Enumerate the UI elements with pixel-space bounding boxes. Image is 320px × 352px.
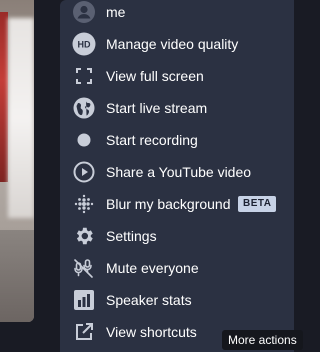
menu-item-label: Mute everyone <box>106 260 199 276</box>
mute-everyone-icon <box>72 256 96 280</box>
menu-item-settings[interactable]: Settings <box>60 220 294 252</box>
gear-icon <box>72 224 96 248</box>
menu-item-blur-background[interactable]: Blur my background BETA <box>60 188 294 220</box>
background-gap <box>34 0 60 352</box>
menu-item-profile[interactable]: me <box>60 0 294 28</box>
menu-item-speaker-stats[interactable]: Speaker stats <box>60 284 294 316</box>
avatar-icon <box>72 0 96 24</box>
stats-icon <box>72 288 96 312</box>
blur-icon <box>72 192 96 216</box>
svg-text:HD: HD <box>78 40 91 50</box>
menu-item-mute-everyone[interactable]: Mute everyone <box>60 252 294 284</box>
menu-item-label: Share a YouTube video <box>106 164 252 180</box>
menu-item-label: Manage video quality <box>106 36 239 52</box>
menu-item-share-youtube[interactable]: Share a YouTube video <box>60 156 294 188</box>
video-red-strip <box>0 12 8 182</box>
menu-item-video-quality[interactable]: HD Manage video quality <box>60 28 294 60</box>
beta-badge: BETA <box>238 196 277 212</box>
open-external-icon <box>72 320 96 344</box>
globe-icon <box>72 96 96 120</box>
menu-item-label: Start recording <box>106 132 198 148</box>
menu-item-live-stream[interactable]: Start live stream <box>60 92 294 124</box>
menu-item-label: View full screen <box>106 68 204 84</box>
participant-video <box>0 0 34 322</box>
menu-item-label: me <box>106 4 126 20</box>
more-actions-menu: me HD Manage video quality View full scr… <box>60 0 294 352</box>
menu-item-label: Settings <box>106 228 157 244</box>
menu-item-label: Speaker stats <box>106 292 192 308</box>
hd-icon: HD <box>72 32 96 56</box>
menu-item-fullscreen[interactable]: View full screen <box>60 60 294 92</box>
fullscreen-icon <box>72 64 96 88</box>
video-floor <box>0 230 34 322</box>
menu-item-recording[interactable]: Start recording <box>60 124 294 156</box>
menu-item-label: Start live stream <box>106 100 208 116</box>
menu-item-label: Blur my background <box>106 196 231 212</box>
menu-item-label: View shortcuts <box>106 324 197 340</box>
more-actions-tooltip: More actions <box>222 330 303 350</box>
play-circle-icon <box>72 160 96 184</box>
record-icon <box>72 128 96 152</box>
video-white-area <box>8 18 34 218</box>
